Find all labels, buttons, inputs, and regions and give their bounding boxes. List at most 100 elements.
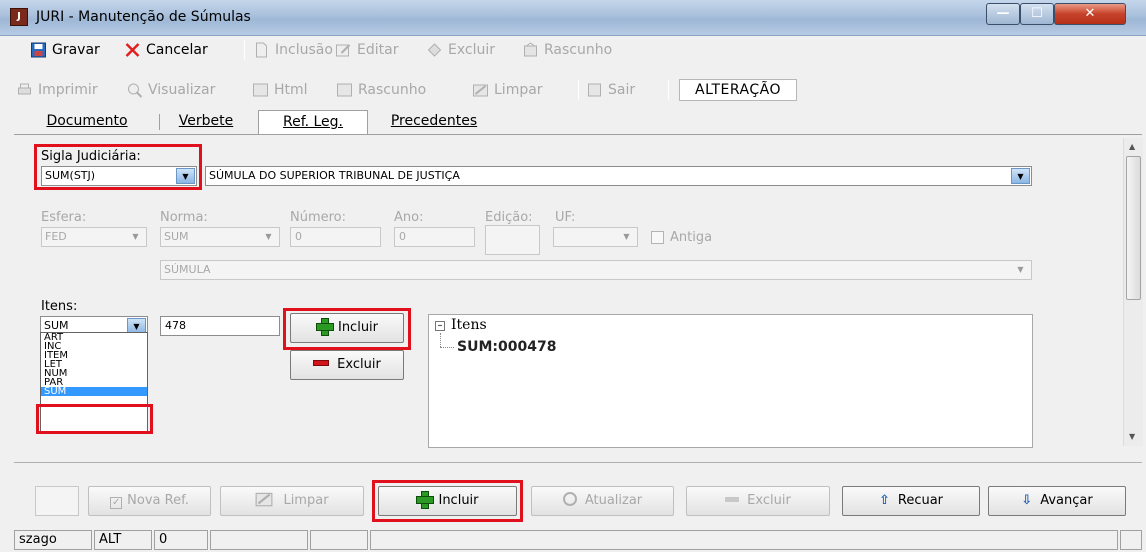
ref-number-field[interactable] xyxy=(35,486,79,516)
chevron-down-icon[interactable]: ▼ xyxy=(617,229,636,245)
sigla-label: Sigla Judiciária: xyxy=(41,149,141,164)
vertical-scrollbar[interactable]: ▲ ▼ xyxy=(1123,138,1143,446)
status-user: szago xyxy=(14,530,92,550)
antiga-label: Antiga xyxy=(670,230,713,245)
clear-icon xyxy=(256,492,273,507)
status-panel xyxy=(310,530,368,550)
toolbar-secondary: Imprimir Visualizar Html Rascunho Limpar… xyxy=(0,76,1146,104)
tab-precedentes[interactable]: Precedentes xyxy=(372,110,496,134)
atualizar-button[interactable]: Atualizar xyxy=(531,486,674,516)
cancelar-label: Cancelar xyxy=(146,42,208,58)
excluir-button[interactable]: Excluir xyxy=(686,486,830,516)
visualizar-label: Visualizar xyxy=(148,82,216,98)
tree-root[interactable]: Itens xyxy=(451,317,487,333)
cancel-icon xyxy=(125,43,140,57)
limpar-toolbar-button[interactable]: Limpar xyxy=(470,79,543,101)
ano-label: Ano: xyxy=(394,210,424,225)
excluir-toolbar-label: Excluir xyxy=(448,42,495,58)
rascunho-print-button[interactable]: Rascunho xyxy=(334,79,426,101)
nova-ref-label: Nova Ref. xyxy=(127,493,189,508)
sum-highlight xyxy=(36,404,153,434)
itens-tree[interactable]: – Itens SUM:000478 xyxy=(428,314,1033,448)
status-mode: ALT xyxy=(94,530,152,550)
plus-icon xyxy=(315,318,334,336)
tab-ref-leg[interactable]: Ref. Leg. xyxy=(258,110,368,134)
tab-verbete[interactable]: Verbete xyxy=(162,110,250,134)
incluir-item-button[interactable]: Incluir xyxy=(290,313,404,343)
html-button[interactable]: Html xyxy=(250,79,308,101)
atualizar-label: Atualizar xyxy=(584,493,643,508)
visualizar-button[interactable]: Visualizar xyxy=(124,79,215,101)
editar-button[interactable]: Editar xyxy=(333,39,398,61)
limpar-button[interactable]: Limpar xyxy=(220,486,364,516)
excluir-item-button[interactable]: Excluir xyxy=(290,350,404,380)
app-icon: J xyxy=(10,8,28,26)
ano-field[interactable]: 0 xyxy=(394,227,475,247)
rascunho-toolbar-button[interactable]: Rascunho xyxy=(520,39,612,61)
refresh-icon xyxy=(562,492,577,506)
inclusao-button[interactable]: Inclusão xyxy=(251,39,333,61)
norma-description: SÚMULA xyxy=(164,263,211,276)
gravar-label: Gravar xyxy=(52,42,100,58)
scroll-down-icon[interactable]: ▼ xyxy=(1129,432,1135,441)
chevron-down-icon[interactable]: ▼ xyxy=(126,229,145,245)
tree-line xyxy=(440,347,454,348)
editar-label: Editar xyxy=(357,42,399,58)
scroll-thumb[interactable] xyxy=(1126,156,1141,300)
sair-label: Sair xyxy=(608,82,636,98)
norma-select[interactable]: SUM ▼ xyxy=(160,227,280,247)
inclusao-label: Inclusão xyxy=(275,42,333,58)
item-number-field[interactable]: 478 xyxy=(160,316,280,336)
esfera-select[interactable]: FED ▼ xyxy=(41,227,147,247)
scroll-up-icon[interactable]: ▲ xyxy=(1129,142,1135,151)
minus-icon xyxy=(313,360,330,366)
excluir-item-label: Excluir xyxy=(337,357,381,372)
sigla-select[interactable]: SUM(STJ) ▼ xyxy=(41,166,197,186)
excluir-label: Excluir xyxy=(747,493,791,508)
maximize-button[interactable]: ☐ xyxy=(1020,3,1054,25)
recuar-button[interactable]: ⇧ Recuar xyxy=(842,486,980,516)
draft-print-icon xyxy=(337,83,352,97)
cancelar-button[interactable]: Cancelar xyxy=(122,39,208,61)
sigla-description-select[interactable]: SÚMULA DO SUPERIOR TRIBUNAL DE JUSTIÇA ▼ xyxy=(205,166,1032,186)
tab-bar: Documento Verbete Ref. Leg. Precedentes xyxy=(0,110,1146,134)
window-title: JURI - Manutenção de Súmulas xyxy=(36,9,251,25)
nova-ref-button[interactable]: ✓ Nova Ref. xyxy=(88,486,211,516)
incluir-button[interactable]: Incluir xyxy=(378,486,517,516)
status-bar: szago ALT 0 xyxy=(14,528,1142,552)
chevron-down-icon[interactable]: ▼ xyxy=(259,229,278,245)
imprimir-button[interactable]: Imprimir xyxy=(14,79,98,101)
norma-value: SUM xyxy=(164,230,189,243)
esfera-value: FED xyxy=(45,230,67,243)
tree-child[interactable]: SUM:000478 xyxy=(457,339,556,355)
limpar-label: Limpar xyxy=(283,493,329,508)
chevron-down-icon[interactable]: ▼ xyxy=(1011,262,1030,278)
chevron-down-icon[interactable]: ▼ xyxy=(1011,168,1030,184)
tab-documento[interactable]: Documento xyxy=(22,110,152,134)
rascunho-print-label: Rascunho xyxy=(358,82,427,98)
html-label: Html xyxy=(274,82,308,98)
status-panel xyxy=(210,530,308,550)
edit-icon xyxy=(336,44,351,57)
numero-field[interactable]: 0 xyxy=(290,227,381,247)
minimize-button[interactable]: — xyxy=(986,3,1020,25)
collapse-icon[interactable]: – xyxy=(435,321,445,331)
itens-value: SUM xyxy=(44,319,69,332)
incluir-item-label: Incluir xyxy=(337,320,379,335)
chevron-down-icon[interactable]: ▼ xyxy=(176,168,195,184)
uf-select[interactable]: ▼ xyxy=(553,227,638,247)
list-item-selected[interactable]: SUM xyxy=(41,387,147,397)
close-button[interactable]: ✕ xyxy=(1054,3,1126,25)
gravar-button[interactable]: Gravar xyxy=(28,39,100,61)
title-bar: J JURI - Manutenção de Súmulas — ☐ ✕ xyxy=(0,0,1146,36)
draft-icon xyxy=(524,42,537,57)
check-icon: ✓ xyxy=(110,497,123,509)
limpar-toolbar-label: Limpar xyxy=(494,82,543,98)
antiga-checkbox[interactable] xyxy=(651,231,664,244)
sair-button[interactable]: Sair xyxy=(584,79,635,101)
edicao-field[interactable] xyxy=(485,225,540,255)
norma-description-select[interactable]: SÚMULA ▼ xyxy=(160,260,1032,280)
avancar-button[interactable]: ⇩ Avançar xyxy=(988,486,1126,516)
edicao-label: Edição: xyxy=(485,210,533,225)
excluir-toolbar-button[interactable]: Excluir xyxy=(424,39,495,61)
